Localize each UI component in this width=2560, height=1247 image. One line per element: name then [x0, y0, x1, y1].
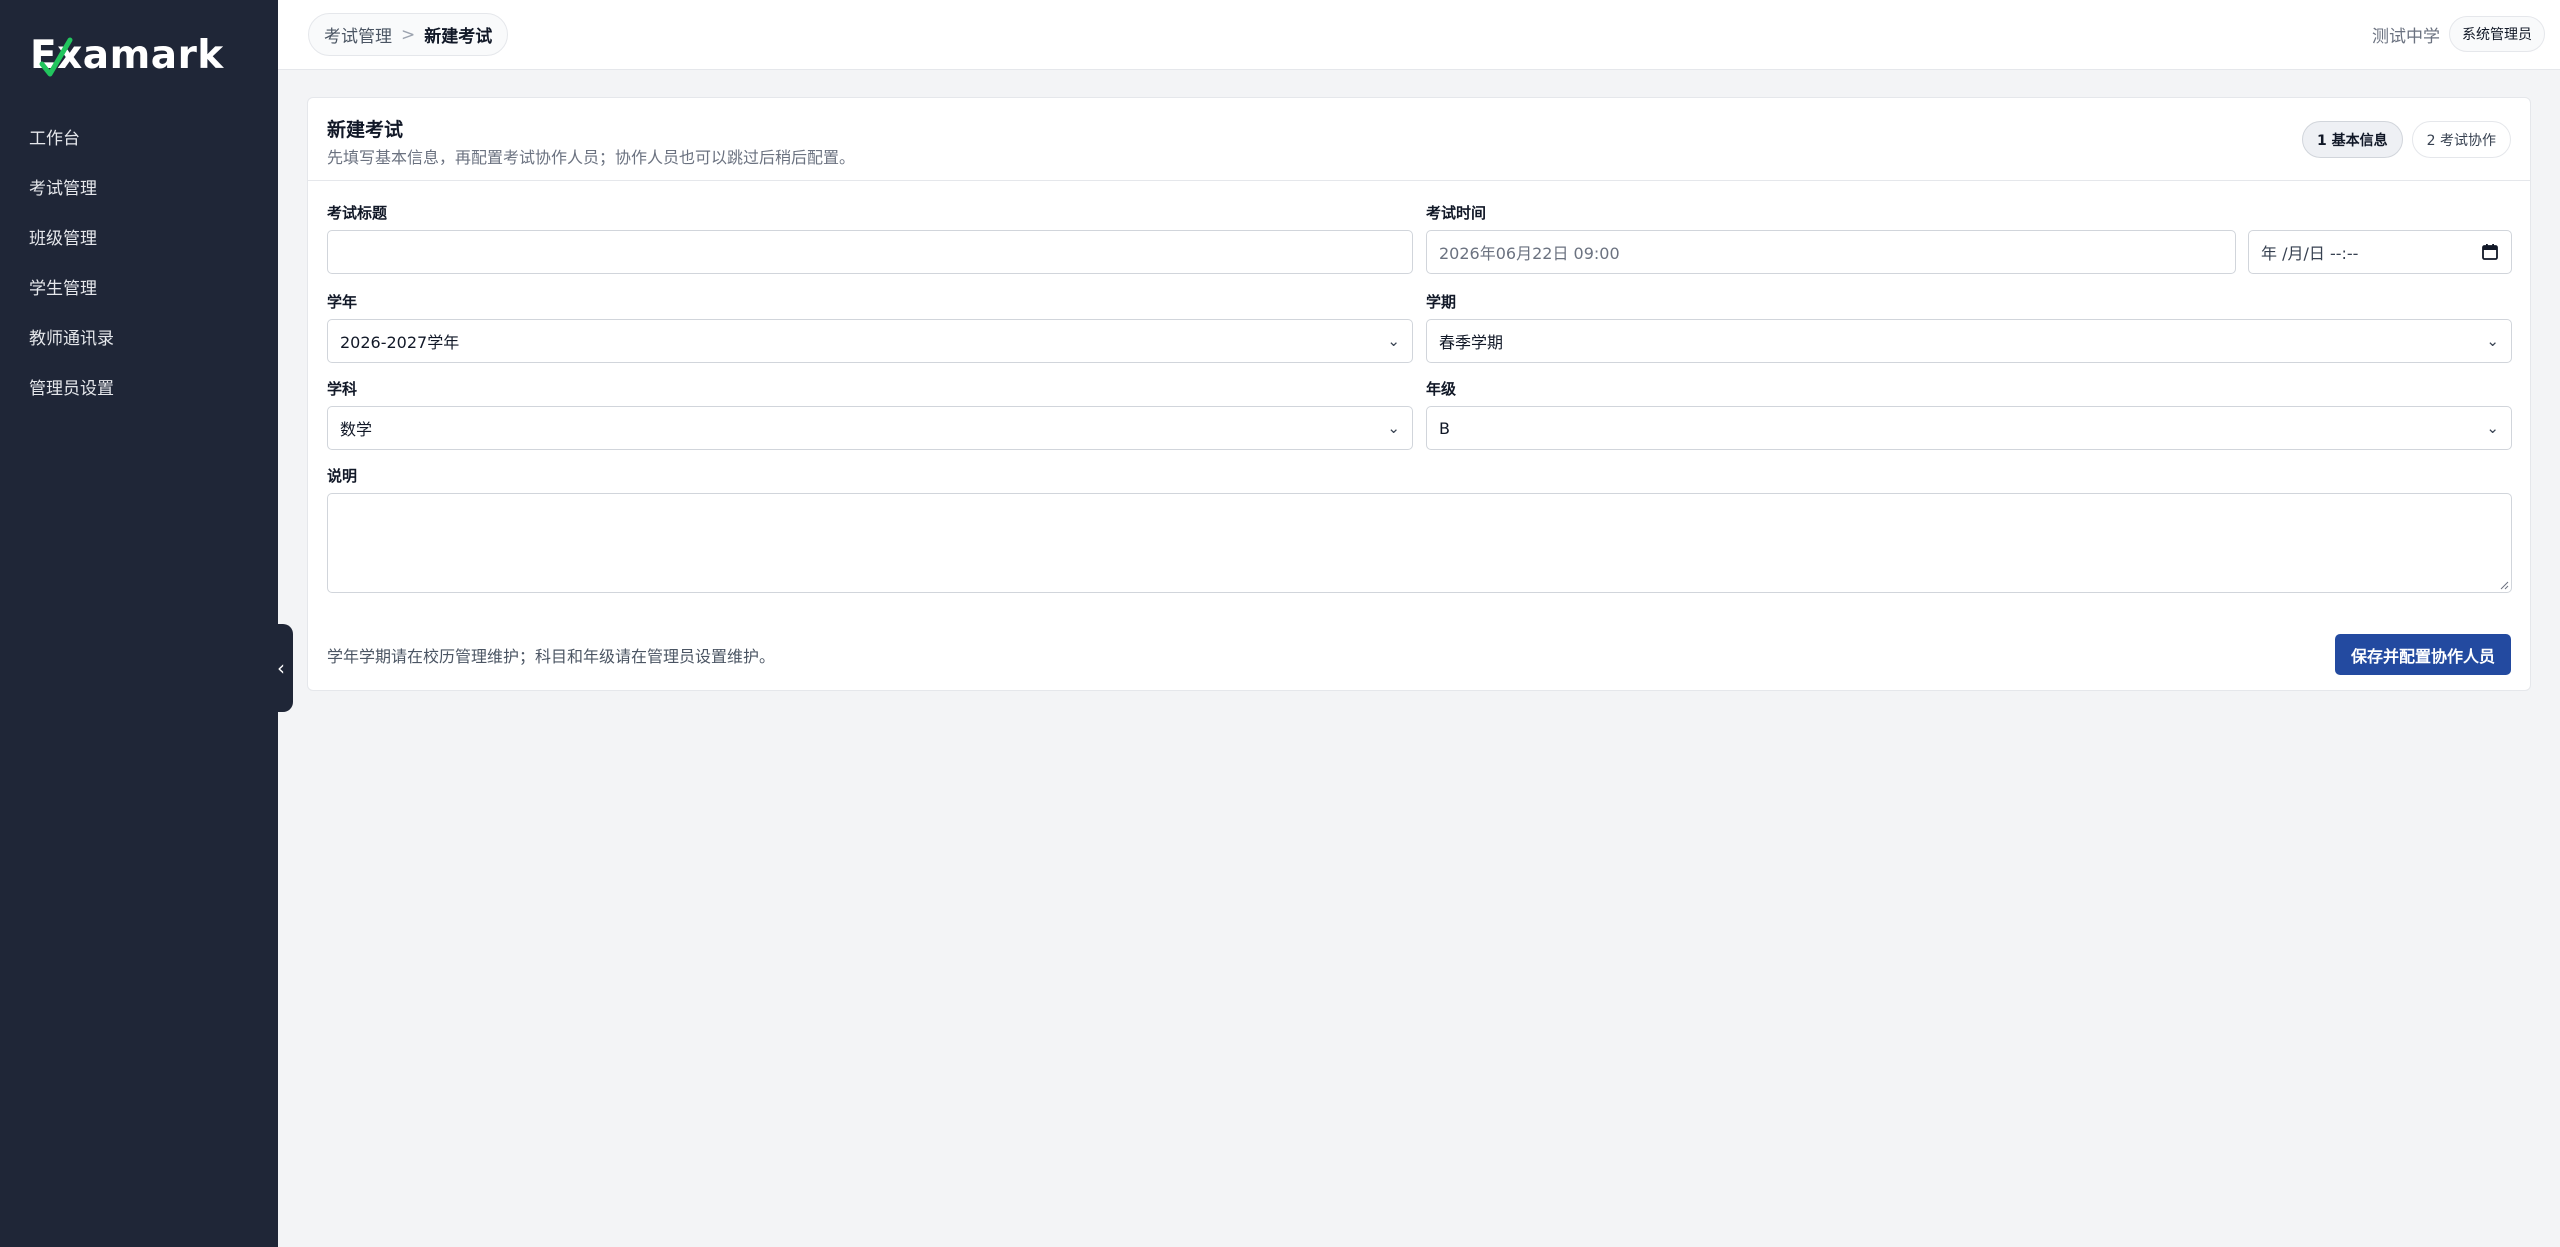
- description-field: 说明: [327, 465, 2512, 593]
- semester-label: 学期: [1426, 293, 1457, 311]
- page-subtitle: 先填写基本信息，再配置考试协作人员；协作人员也可以跳过后稍后配置。: [327, 148, 856, 167]
- grade-value: B: [1439, 418, 1450, 438]
- sidebar: Examark 工作台 考试管理 班级管理 学生管理 教师通讯录 管理员设置: [0, 0, 278, 1247]
- logo[interactable]: Examark: [28, 30, 224, 82]
- sidebar-item-teacher-directory[interactable]: 教师通讯录: [0, 311, 278, 361]
- subject-select[interactable]: 数学 ⌄: [327, 406, 1413, 450]
- resize-grip-icon[interactable]: [2499, 580, 2509, 590]
- sidebar-item-admin-settings[interactable]: 管理员设置: [0, 361, 278, 411]
- exam-title-label: 考试标题: [327, 204, 388, 222]
- semester-value: 春季学期: [1439, 333, 1504, 352]
- calendar-icon[interactable]: [2481, 243, 2499, 261]
- save-and-configure-button[interactable]: 保存并配置协作人员: [2334, 634, 2511, 675]
- breadcrumb-separator: >: [401, 24, 416, 45]
- breadcrumb: 考试管理 > 新建考试: [308, 13, 509, 56]
- exam-title-input[interactable]: [327, 230, 1413, 274]
- sidebar-item-workbench[interactable]: 工作台: [0, 111, 278, 161]
- sidebar-item-student-management[interactable]: 学生管理: [0, 261, 278, 311]
- exam-time-label: 考试时间: [1426, 204, 1487, 222]
- step-basic-info[interactable]: 1 基本信息: [2302, 121, 2403, 158]
- exam-time-picker[interactable]: 年 /月/日 --:--: [2248, 230, 2512, 274]
- breadcrumb-current: 新建考试: [424, 27, 493, 47]
- subject-label: 学科: [327, 380, 358, 398]
- sidebar-nav: 工作台 考试管理 班级管理 学生管理 教师通讯录 管理员设置: [0, 111, 278, 411]
- exam-title-field: 考试标题: [327, 202, 1413, 274]
- school-year-value: 2026-2027学年: [340, 333, 460, 352]
- step-exam-collaboration[interactable]: 2 考试协作: [2411, 121, 2511, 158]
- school-year-label: 学年: [327, 293, 358, 311]
- sidebar-collapse-button[interactable]: ‹: [269, 624, 293, 712]
- user-info: 测试中学 系统管理员: [2372, 16, 2545, 52]
- subject-value: 数学: [340, 420, 373, 439]
- sidebar-item-class-management[interactable]: 班级管理: [0, 211, 278, 261]
- card-header: 新建考试 先填写基本信息，再配置考试协作人员；协作人员也可以跳过后稍后配置。 1…: [308, 98, 2530, 181]
- chevron-down-icon: ⌄: [1387, 332, 1400, 350]
- chevron-down-icon: ⌄: [2486, 419, 2499, 437]
- exam-time-picker-field: 年 /月/日 --:--: [2248, 202, 2512, 274]
- description-label: 说明: [327, 467, 358, 485]
- chevron-down-icon: ⌄: [1387, 419, 1400, 437]
- step-indicator: 1 基本信息 2 考试协作: [2293, 121, 2511, 158]
- breadcrumb-parent-link[interactable]: 考试管理: [324, 22, 392, 47]
- top-bar: 考试管理 > 新建考试 测试中学 系统管理员: [278, 0, 2560, 70]
- exam-time-field: 考试时间 2026年06月22日 09:00: [1426, 202, 2236, 274]
- exam-time-text-input[interactable]: 2026年06月22日 09:00: [1426, 230, 2236, 274]
- description-textarea[interactable]: [327, 493, 2512, 593]
- grade-field: 年级 B ⌄: [1426, 378, 2512, 450]
- sidebar-item-exam-management[interactable]: 考试管理: [0, 161, 278, 211]
- logo-checkmark-icon: [39, 37, 73, 77]
- school-name: 测试中学: [2372, 26, 2440, 47]
- school-year-select[interactable]: 2026-2027学年 ⌄: [327, 319, 1413, 363]
- subject-field: 学科 数学 ⌄: [327, 378, 1413, 450]
- chevron-left-icon: ‹: [277, 656, 285, 680]
- grade-label: 年级: [1426, 380, 1457, 398]
- semester-select[interactable]: 春季学期 ⌄: [1426, 319, 2512, 363]
- chevron-down-icon: ⌄: [2486, 332, 2499, 350]
- school-year-field: 学年 2026-2027学年 ⌄: [327, 291, 1413, 363]
- semester-field: 学期 春季学期 ⌄: [1426, 291, 2512, 363]
- page-title: 新建考试: [327, 119, 404, 141]
- grade-select[interactable]: B ⌄: [1426, 406, 2512, 450]
- role-badge[interactable]: 系统管理员: [2449, 16, 2545, 52]
- new-exam-card: 新建考试 先填写基本信息，再配置考试协作人员；协作人员也可以跳过后稍后配置。 1…: [307, 97, 2531, 691]
- exam-time-picker-value: 年 /月/日 --:--: [2261, 244, 2359, 263]
- footer-note: 学年学期请在校历管理维护；科目和年级请在管理员设置维护。: [327, 647, 776, 666]
